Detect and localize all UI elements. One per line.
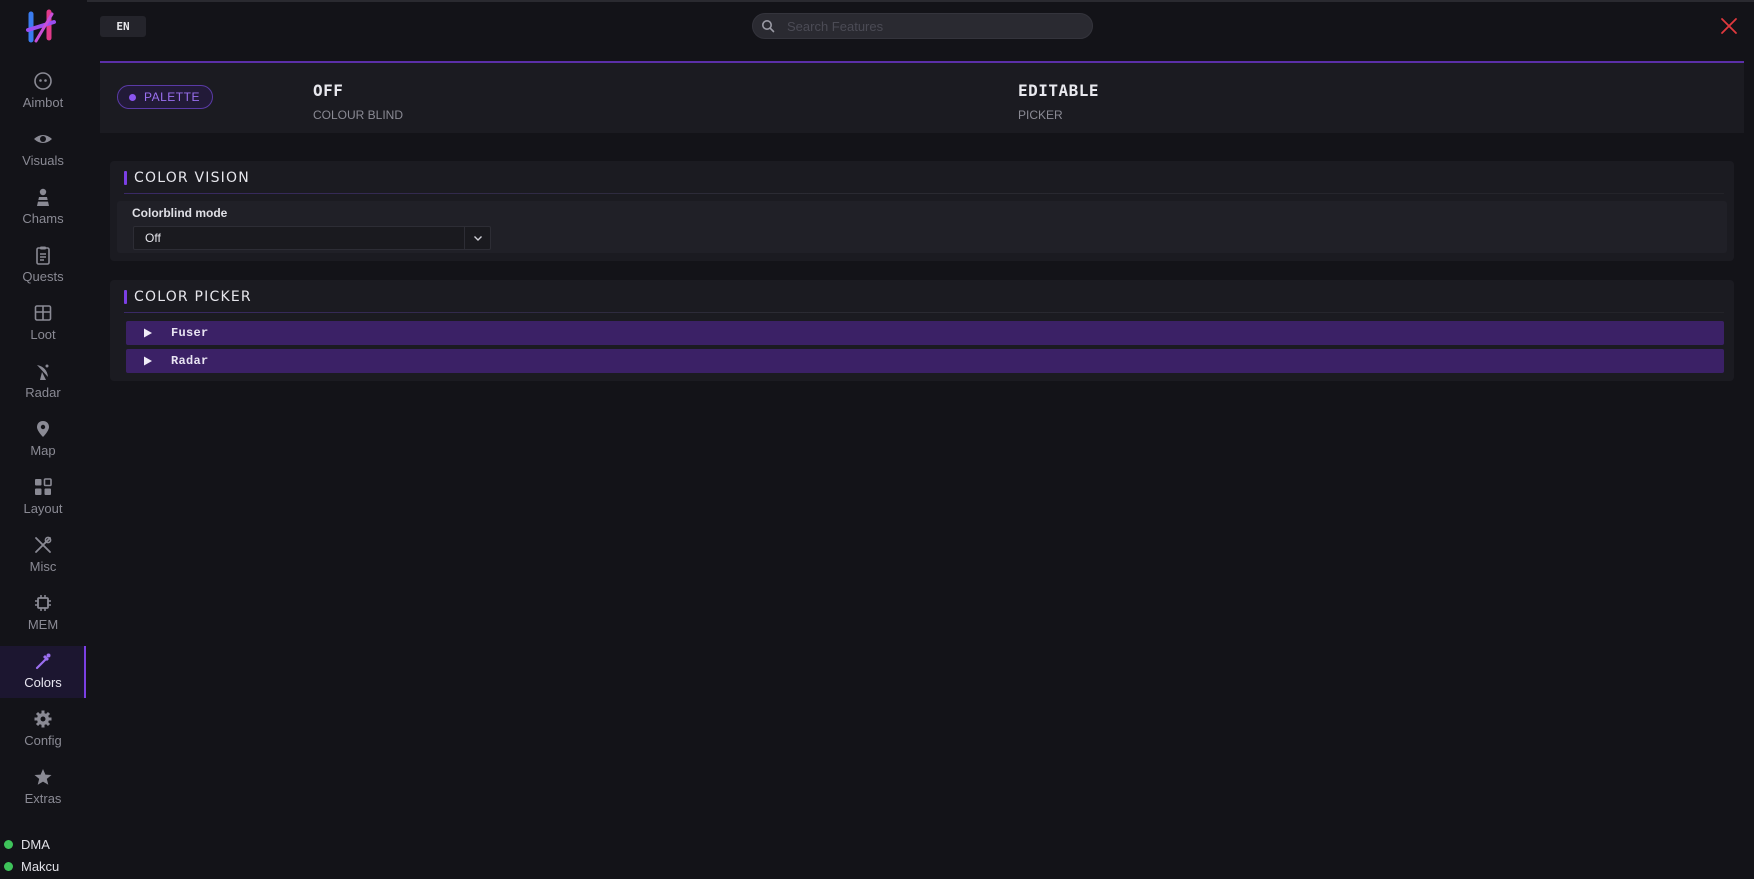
section-accent (124, 171, 127, 185)
layout-grid-icon (32, 476, 54, 498)
close-button[interactable] (1719, 16, 1739, 36)
tree-item-radar[interactable]: Radar (126, 349, 1724, 373)
sidebar-item-quests[interactable]: Quests (0, 240, 86, 292)
tree-item-label: Fuser (171, 326, 209, 340)
language-button[interactable]: EN (100, 16, 146, 37)
expand-arrow-icon (143, 328, 153, 338)
radar-dish-icon (32, 360, 54, 382)
chevron-down-icon (464, 227, 490, 249)
sidebar-item-layout[interactable]: Layout (0, 472, 86, 524)
tree-item-fuser[interactable]: Fuser (126, 321, 1724, 345)
sidebar-item-label: Extras (24, 791, 62, 806)
search-icon (761, 19, 775, 33)
aimbot-icon (32, 70, 54, 92)
section-divider (124, 193, 1724, 194)
sidebar-item-label: Radar (25, 385, 61, 400)
sidebar-item-label: Colors (24, 675, 62, 690)
sidebar-item-map[interactable]: Map (0, 414, 86, 466)
status-label: DMA (21, 837, 50, 852)
field-label: Colorblind mode (132, 206, 228, 220)
section-divider (124, 312, 1724, 313)
tools-icon (32, 534, 54, 556)
status-makcu: Makcu (4, 859, 59, 874)
close-icon (1721, 18, 1737, 34)
palette-badge: PALETTE (117, 85, 213, 109)
select-value: Off (145, 231, 161, 245)
colorblind-mode-field: Colorblind mode Off (117, 201, 1727, 253)
badge-label: PALETTE (144, 90, 200, 104)
status-dma: DMA (4, 837, 50, 852)
sidebar: Aimbot Visuals Chams Quests Loot Radar M… (0, 0, 87, 879)
sidebar-item-label: Loot (30, 327, 56, 342)
gear-icon (32, 708, 54, 730)
sidebar-item-label: Misc (29, 559, 57, 574)
status-indicator-icon (4, 840, 13, 849)
eye-icon (32, 128, 54, 150)
map-pin-icon (32, 418, 54, 440)
sidebar-item-aimbot[interactable]: Aimbot (0, 66, 86, 118)
sidebar-item-misc[interactable]: Misc (0, 530, 86, 582)
star-icon (32, 766, 54, 788)
tree-item-label: Radar (171, 354, 209, 368)
sidebar-item-colors[interactable]: Colors (0, 646, 86, 698)
sidebar-item-label: Map (30, 443, 56, 458)
picker-label: PICKER (1018, 108, 1063, 122)
colour-blind-value: OFF (313, 81, 344, 100)
pipette-icon (32, 650, 54, 672)
chip-icon (32, 592, 54, 614)
sidebar-item-label: MEM (27, 617, 59, 632)
sidebar-item-chams[interactable]: Chams (0, 182, 86, 234)
badge-dot-icon (129, 93, 136, 101)
section-accent (124, 290, 127, 304)
sidebar-item-extras[interactable]: Extras (0, 762, 86, 814)
search-bar[interactable] (752, 13, 1093, 39)
section-title: COLOR PICKER (134, 289, 252, 305)
sidebar-item-radar[interactable]: Radar (0, 356, 86, 408)
top-border (0, 0, 1754, 2)
sidebar-item-label: Quests (22, 269, 64, 284)
chams-icon (32, 186, 54, 208)
section-title: COLOR VISION (134, 170, 250, 186)
picker-value: EDITABLE (1018, 81, 1100, 100)
sidebar-item-label: Config (24, 733, 62, 748)
sidebar-item-loot[interactable]: Loot (0, 298, 86, 350)
sidebar-item-label: Chams (22, 211, 64, 226)
sidebar-item-visuals[interactable]: Visuals (0, 124, 86, 176)
status-label: Makcu (21, 859, 60, 874)
app-logo (22, 8, 62, 46)
color-vision-section: COLOR VISION Colorblind mode Off (110, 161, 1734, 261)
sidebar-item-config[interactable]: Config (0, 704, 86, 756)
colorblind-mode-select[interactable]: Off (133, 226, 491, 250)
sidebar-item-label: Visuals (22, 153, 64, 168)
loot-box-icon (32, 302, 54, 324)
status-indicator-icon (4, 862, 13, 871)
color-picker-section: COLOR PICKER Fuser Radar (110, 280, 1734, 381)
sidebar-item-label: Layout (23, 501, 63, 516)
header-panel: PALETTE OFF COLOUR BLIND EDITABLE PICKER (100, 61, 1744, 133)
search-input[interactable] (787, 18, 1077, 34)
expand-arrow-icon (143, 356, 153, 366)
clipboard-icon (32, 244, 54, 266)
sidebar-item-label: Aimbot (22, 95, 64, 110)
colour-blind-label: COLOUR BLIND (313, 108, 404, 122)
sidebar-item-mem[interactable]: MEM (0, 588, 86, 640)
